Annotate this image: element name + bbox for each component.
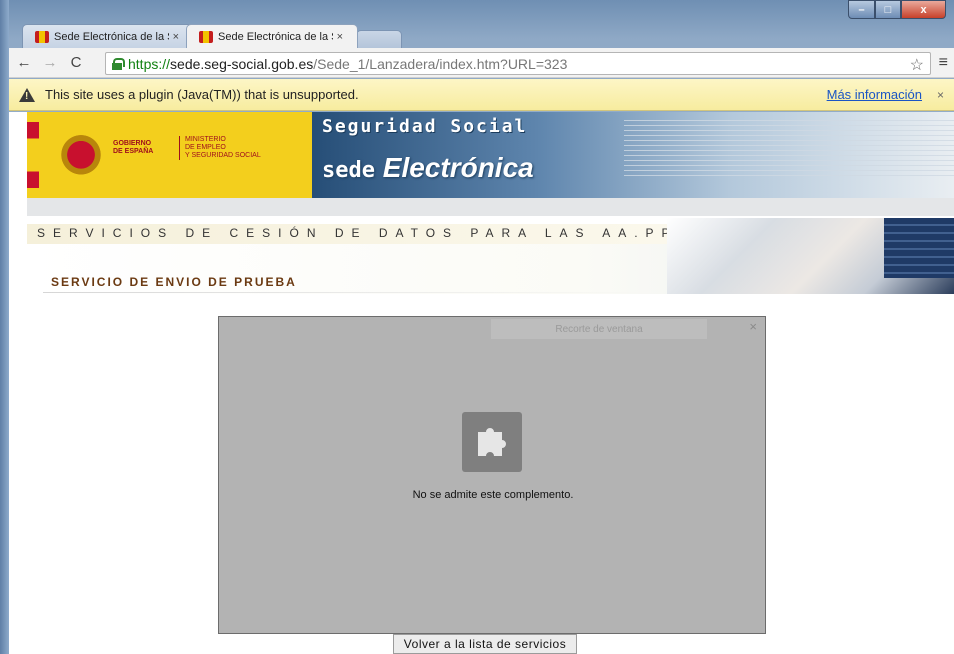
seguridad-social-line: Y SEGURIDAD SOCIAL xyxy=(185,152,261,159)
forward-button[interactable]: → xyxy=(39,52,61,74)
gobierno-label: GOBIERNO DE ESPAÑA xyxy=(113,140,153,156)
bookmark-star-icon[interactable]: ☆ xyxy=(910,55,924,75)
page-content: GOBIERNO DE ESPAÑA MINISTERIO DE EMPLEO … xyxy=(9,112,954,654)
site-banner: GOBIERNO DE ESPAÑA MINISTERIO DE EMPLEO … xyxy=(27,112,954,198)
new-tab-button[interactable] xyxy=(356,30,402,48)
services-title: SERVICIOS DE CESIÓN DE DATOS PARA LAS AA… xyxy=(37,226,688,240)
window-border-left xyxy=(0,0,9,654)
reload-button[interactable]: C xyxy=(65,52,87,74)
tab-title: Sede Electrónica de la Seg xyxy=(218,30,333,43)
window-controls: – □ x xyxy=(848,0,946,19)
plugin-applet-area[interactable]: Recorte de ventana × No se admite este c… xyxy=(218,316,766,634)
browser-toolbar: ← → C https:// sede.seg-social.gob.es /S… xyxy=(9,48,954,78)
url-scheme: https:// xyxy=(128,55,171,72)
chrome-menu-icon[interactable]: ≡ xyxy=(939,54,948,72)
keyboard-hand-image xyxy=(667,218,954,294)
services-title-bar: SERVICIOS DE CESIÓN DE DATOS PARA LAS AA… xyxy=(27,224,679,244)
address-bar[interactable]: https:// sede.seg-social.gob.es /Sede_1/… xyxy=(105,52,931,75)
back-button[interactable]: ← xyxy=(13,52,35,74)
window-crop-label: Recorte de ventana xyxy=(491,319,707,339)
coat-of-arms-favicon-icon xyxy=(199,30,213,43)
url-path: /Sede_1/Lanzadera/index.htm?URL=323 xyxy=(313,55,568,72)
coat-of-arms-favicon-icon xyxy=(35,30,49,43)
applet-close-icon[interactable]: × xyxy=(749,319,757,334)
spain-flag-strip xyxy=(27,122,39,188)
back-to-services-button[interactable]: Volver a la lista de servicios xyxy=(393,634,577,654)
plugin-infobar: ! This site uses a plugin (Java(TM)) tha… xyxy=(9,79,954,111)
puzzle-piece-icon xyxy=(462,412,522,472)
tab-close-icon[interactable]: × xyxy=(173,31,179,43)
infobar-message: This site uses a plugin (Java(TM)) that … xyxy=(45,87,359,102)
tab-sede-1[interactable]: Sede Electrónica de la Seg × xyxy=(22,24,194,48)
electronica-word: Electrónica xyxy=(382,152,534,183)
maximize-button[interactable]: □ xyxy=(875,0,901,19)
empleo-line: DE EMPLEO xyxy=(185,144,226,151)
url-host: sede.seg-social.gob.es xyxy=(170,55,314,72)
minimize-button[interactable]: – xyxy=(848,0,875,19)
sede-electronica-title: sede Electrónica xyxy=(322,152,534,184)
title-rule xyxy=(43,292,643,293)
binary-code-image xyxy=(884,218,954,278)
tab-close-icon[interactable]: × xyxy=(337,31,343,43)
tab-strip: Sede Electrónica de la Seg × Sede Electr… xyxy=(22,24,402,48)
service-title: SERVICIO DE ENVIO DE PRUEBA xyxy=(51,275,297,289)
gobierno-logo[interactable]: GOBIERNO DE ESPAÑA MINISTERIO DE EMPLEO … xyxy=(27,112,312,198)
warning-icon: ! xyxy=(19,87,35,102)
seguridad-social-banner[interactable]: Seguridad Social sede Electrónica xyxy=(312,112,954,198)
infobar-close-icon[interactable]: × xyxy=(937,88,944,102)
more-info-link[interactable]: Más información xyxy=(827,87,922,102)
banner-decoration xyxy=(624,120,954,180)
ministerio-line: MINISTERIO xyxy=(185,136,226,143)
coat-of-arms-icon xyxy=(57,124,105,180)
close-window-button[interactable]: x xyxy=(901,0,946,19)
plugin-unsupported-message: No se admite este complemento. xyxy=(412,489,574,501)
lock-icon xyxy=(112,57,125,70)
gobierno-line: GOBIERNO xyxy=(113,140,152,147)
banner-divider xyxy=(27,198,954,216)
espana-line: DE ESPAÑA xyxy=(113,148,154,155)
tab-title: Sede Electrónica de la Seg xyxy=(54,30,169,43)
seguridad-social-title: Seguridad Social xyxy=(322,116,528,137)
tab-sede-2[interactable]: Sede Electrónica de la Seg × xyxy=(186,24,358,48)
ministerio-label: MINISTERIO DE EMPLEO Y SEGURIDAD SOCIAL xyxy=(179,136,261,160)
sede-word: sede xyxy=(322,158,375,183)
